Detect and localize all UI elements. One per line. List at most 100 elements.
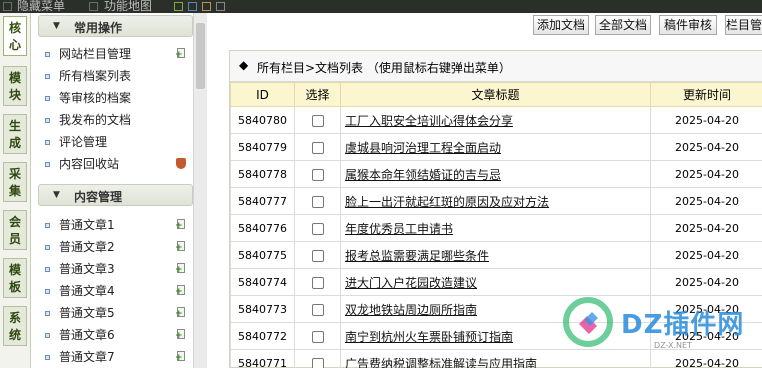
tab-members[interactable]: 会员 <box>3 210 27 250</box>
panel-title: 所有栏目>文档列表 （使用鼠标右键弹出菜单） <box>257 61 511 75</box>
sidebar-item-article-1[interactable]: 普通文章1 + <box>45 216 185 234</box>
title-link[interactable]: 属猴本命年领结婚证的吉与忌 <box>345 168 501 182</box>
row-title: 属猴本命年领结婚证的吉与忌 <box>340 160 651 188</box>
row-checkbox[interactable] <box>311 141 324 154</box>
row-id: 5840779 <box>230 133 295 161</box>
sidebar-item-article-4[interactable]: 普通文章4 + <box>45 282 185 300</box>
sidebar-item-column-manage[interactable]: 网站栏目管理 + <box>45 45 185 63</box>
row-select <box>294 349 341 368</box>
tab-modules[interactable]: 模块 <box>3 66 27 106</box>
tab-system[interactable]: 系统 <box>3 306 27 346</box>
add-page-icon[interactable]: + <box>175 263 186 275</box>
theme-green-icon[interactable] <box>174 2 183 11</box>
column-header-updated[interactable]: 更新时间 <box>650 82 762 107</box>
title-link[interactable]: 年度优秀员工申请书 <box>345 222 453 236</box>
all-documents-button[interactable]: 全部文档 <box>595 15 651 35</box>
watermark-text: DZ插件网 <box>621 310 745 340</box>
map-icon <box>89 2 98 11</box>
sidebar-item-pending-review[interactable]: 等审核的档案 <box>45 89 185 107</box>
add-page-icon[interactable]: + <box>175 48 186 60</box>
sidebar-item-article-2[interactable]: 普通文章2 + <box>45 238 185 256</box>
sidebar-section-content[interactable]: ▼ 内容管理 <box>38 184 193 206</box>
sidebar-item-article-6[interactable]: 普通文章6 + <box>45 326 185 344</box>
add-page-icon[interactable]: + <box>175 351 186 363</box>
sidebar-item-article-7[interactable]: 普通文章7 + <box>45 348 185 366</box>
vertical-tab-bar: 核心 模块 生成 采集 会员 模板 系统 <box>0 13 31 368</box>
row-id: 5840778 <box>230 160 295 188</box>
sidebar-item-all-archives[interactable]: 所有档案列表 <box>45 67 185 85</box>
title-link[interactable]: 工厂入职安全培训心得体会分享 <box>345 114 513 128</box>
row-id: 5840774 <box>230 268 295 296</box>
row-select <box>294 322 341 350</box>
tab-generate[interactable]: 生成 <box>3 114 27 154</box>
sidebar-item-comments[interactable]: 评论管理 <box>45 133 185 151</box>
feature-map-link[interactable]: 功能地图 <box>104 0 152 13</box>
row-checkbox[interactable] <box>311 303 324 316</box>
table-row[interactable]: 5840779 虞城县响河治理工程全面启动 2025-04-20 <box>230 133 762 161</box>
tab-collect[interactable]: 采集 <box>3 162 27 202</box>
add-page-icon[interactable]: + <box>175 219 186 231</box>
row-checkbox[interactable] <box>311 276 324 289</box>
row-checkbox[interactable] <box>311 195 324 208</box>
row-checkbox[interactable] <box>311 168 324 181</box>
row-checkbox[interactable] <box>311 330 324 343</box>
title-link[interactable]: 进大门入户花园改造建议 <box>345 276 477 290</box>
theme-brown-icon[interactable] <box>202 2 211 11</box>
table-row[interactable]: 5840777 脸上一出汗就起红斑的原因及应对方法 2025-04-20 <box>230 187 762 215</box>
row-checkbox[interactable] <box>311 114 324 127</box>
row-select <box>294 268 341 296</box>
table-row[interactable]: 5840780 工厂入职安全培训心得体会分享 2025-04-20 <box>230 106 762 134</box>
table-row[interactable]: 5840776 年度优秀员工申请书 2025-04-20 <box>230 214 762 242</box>
column-header-id[interactable]: ID <box>230 82 295 107</box>
row-updated: 2025-04-20 <box>650 214 762 242</box>
row-checkbox[interactable] <box>311 357 324 368</box>
column-header-select[interactable]: 选择 <box>294 82 341 107</box>
hide-menu-link[interactable]: 隐藏菜单 <box>17 0 65 13</box>
row-updated: 2025-04-20 <box>650 241 762 269</box>
row-checkbox[interactable] <box>311 249 324 262</box>
shield-icon[interactable] <box>175 158 186 169</box>
bullet-icon <box>45 355 50 360</box>
tab-templates[interactable]: 模板 <box>3 258 27 298</box>
bullet-icon <box>45 52 50 57</box>
review-drafts-button[interactable]: 稿件审核 <box>659 15 717 35</box>
title-link[interactable]: 南宁到杭州火车票卧铺预订指南 <box>345 330 513 344</box>
menu-toggle-icon[interactable] <box>3 2 12 11</box>
sidebar-item-article-5[interactable]: 普通文章5 + <box>45 304 185 322</box>
title-link[interactable]: 广告费纳税调整标准解读与应用指南 <box>345 357 537 368</box>
row-id: 5840771 <box>230 349 295 368</box>
add-page-icon[interactable]: + <box>175 329 186 341</box>
sidebar-item-recycle-bin[interactable]: 内容回收站 <box>45 155 186 173</box>
row-id: 5840780 <box>230 106 295 134</box>
bullet-icon <box>45 311 50 316</box>
table-header-row: ID 选择 文章标题 更新时间 <box>230 82 762 107</box>
tab-core[interactable]: 核心 <box>3 16 27 56</box>
row-checkbox[interactable] <box>311 222 324 235</box>
watermark-subtext: DZ-X.NET <box>654 341 692 350</box>
title-link[interactable]: 脸上一出汗就起红斑的原因及应对方法 <box>345 195 549 209</box>
row-select <box>294 106 341 134</box>
add-page-icon[interactable]: + <box>175 307 186 319</box>
row-updated: 2025-04-20 <box>650 133 762 161</box>
sidebar-section-common[interactable]: ▼ 常用操作 <box>38 15 193 37</box>
column-header-title[interactable]: 文章标题 <box>340 82 651 107</box>
sidebar-scrollbar[interactable] <box>193 13 207 368</box>
title-link[interactable]: 虞城县响河治理工程全面启动 <box>345 141 501 155</box>
theme-gray-icon[interactable] <box>216 2 225 11</box>
add-page-icon[interactable]: + <box>175 285 186 297</box>
add-page-icon[interactable]: + <box>175 241 186 253</box>
scrollbar-thumb[interactable] <box>196 23 205 89</box>
theme-blue-icon[interactable] <box>188 2 197 11</box>
sidebar-item-article-3[interactable]: 普通文章3 + <box>45 260 185 278</box>
title-link[interactable]: 报考总监需要满足哪些条件 <box>345 249 489 263</box>
table-row[interactable]: 5840774 进大门入户花园改造建议 2025-04-20 <box>230 268 762 296</box>
title-link[interactable]: 双龙地铁站周边厕所指南 <box>345 303 477 317</box>
column-manage-button[interactable]: 栏目管 <box>725 15 762 35</box>
watermark: DZ插件网 DZ-X.NET <box>562 296 762 356</box>
table-row[interactable]: 5840775 报考总监需要满足哪些条件 2025-04-20 <box>230 241 762 269</box>
sidebar-item-my-documents[interactable]: 我发布的文档 <box>45 111 185 129</box>
add-document-button[interactable]: 添加文档 <box>533 15 589 35</box>
bullet-icon <box>45 245 50 250</box>
row-title: 工厂入职安全培训心得体会分享 <box>340 106 651 134</box>
table-row[interactable]: 5840778 属猴本命年领结婚证的吉与忌 2025-04-20 <box>230 160 762 188</box>
